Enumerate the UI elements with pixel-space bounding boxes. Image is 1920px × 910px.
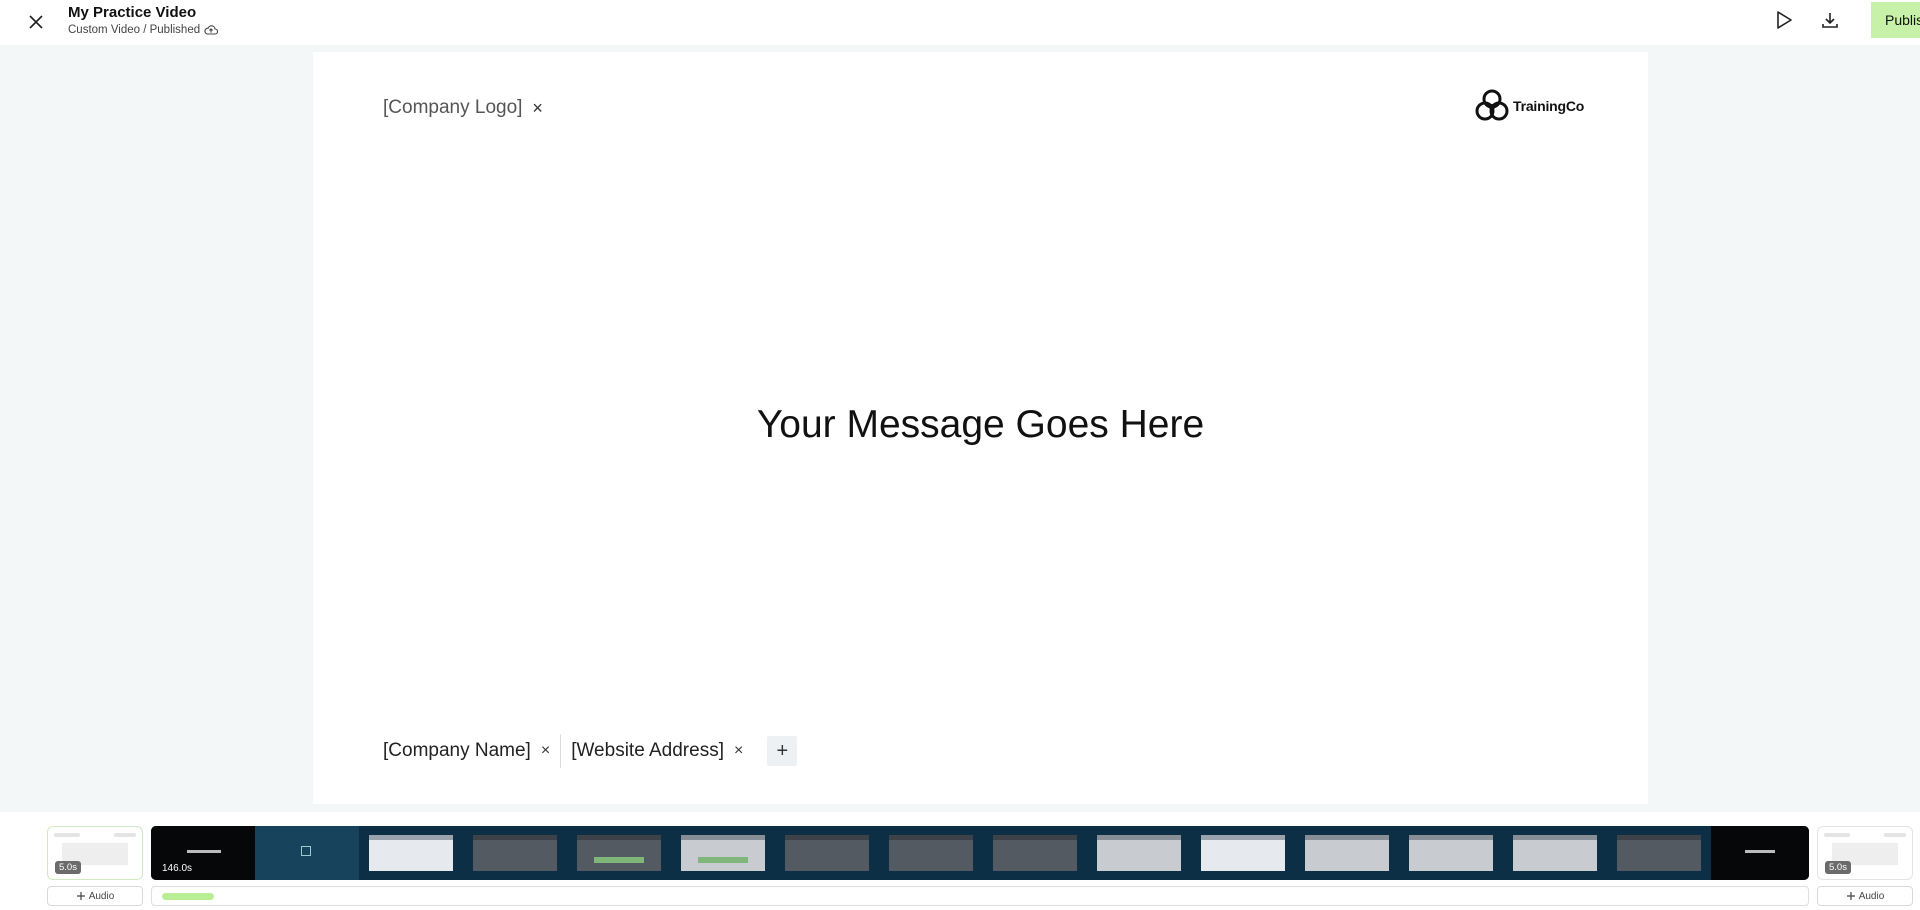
main-clip-duration: 146.0s: [162, 863, 193, 874]
clip-frame: [983, 826, 1087, 880]
company-name-text: [Company Name]: [383, 740, 531, 761]
brand-name: TrainingCo: [1513, 98, 1585, 114]
clip-frame: [1087, 826, 1191, 880]
remove-website-button[interactable]: ×: [734, 743, 743, 759]
website-field[interactable]: [Website Address] ×: [571, 740, 743, 762]
clip-frame: [1295, 826, 1399, 880]
clip-frame: [1191, 826, 1295, 880]
trainingco-logo-icon: [1475, 89, 1509, 121]
audio-label: Audio: [1858, 890, 1885, 902]
audio-label: Audio: [88, 890, 115, 902]
clip-frame: [879, 826, 983, 880]
clip-frame: [1503, 826, 1607, 880]
clip-frame: [1711, 826, 1809, 880]
top-bar: My Practice Video Custom Video / Publish…: [0, 0, 1920, 45]
video-status: Custom Video / Published: [68, 22, 219, 38]
clip-frame: [255, 826, 359, 880]
clip-frame: [567, 826, 671, 880]
main-video-clip[interactable]: 146.0s: [151, 826, 1809, 880]
clip-frame: [1399, 826, 1503, 880]
clip-frame: [359, 826, 463, 880]
download-icon: [1822, 13, 1838, 28]
remove-company-name-button[interactable]: ×: [541, 743, 550, 759]
company-logo-placeholder[interactable]: [Company Logo] ×: [383, 97, 543, 119]
clip-thumb-bar: [54, 833, 80, 837]
plus-icon: [76, 892, 85, 900]
play-icon: [1777, 11, 1792, 29]
preview-play-button[interactable]: [1768, 6, 1800, 34]
intro-clip[interactable]: 5.0s: [47, 826, 143, 880]
clip-frame: [463, 826, 567, 880]
clip-thumb-bar: [1884, 833, 1906, 837]
video-title: My Practice Video: [68, 4, 197, 21]
close-button[interactable]: [22, 8, 50, 36]
add-audio-button-outro[interactable]: Audio: [1817, 886, 1913, 906]
clip-thumb-bar: [114, 833, 136, 837]
audio-progress-fill: [162, 893, 214, 900]
footer-fields: [Company Name] × [Website Address] × +: [383, 734, 798, 768]
remove-logo-button[interactable]: ×: [532, 99, 543, 117]
close-icon: [29, 15, 43, 29]
plus-icon: [1846, 892, 1855, 900]
logo-placeholder-text: [Company Logo]: [383, 97, 523, 118]
breadcrumb: Custom Video / Published: [68, 24, 201, 36]
outro-clip-duration: 5.0s: [1825, 861, 1851, 874]
title-block: My Practice Video Custom Video / Publish…: [68, 4, 219, 38]
clip-frame: [1607, 826, 1711, 880]
clip-thumb-bar: [1824, 833, 1850, 837]
brand-logo: TrainingCo: [1475, 89, 1584, 123]
slide-canvas: [Company Logo] × TrainingCo Your Message…: [313, 52, 1648, 804]
publish-button[interactable]: Publish: [1871, 2, 1920, 38]
cloud-sync-icon: [204, 25, 219, 35]
download-button[interactable]: [1814, 6, 1846, 34]
slide-message[interactable]: Your Message Goes Here: [313, 403, 1648, 447]
company-name-field[interactable]: [Company Name] ×: [383, 740, 550, 762]
clip-frame: [775, 826, 879, 880]
outro-clip[interactable]: 5.0s: [1817, 826, 1913, 880]
footer-divider: [560, 734, 562, 768]
clip-frame: [671, 826, 775, 880]
audio-track[interactable]: [151, 886, 1809, 906]
intro-clip-duration: 5.0s: [55, 861, 81, 874]
add-field-button[interactable]: +: [767, 736, 798, 766]
add-audio-button-intro[interactable]: Audio: [47, 886, 143, 906]
website-text: [Website Address]: [571, 740, 724, 761]
